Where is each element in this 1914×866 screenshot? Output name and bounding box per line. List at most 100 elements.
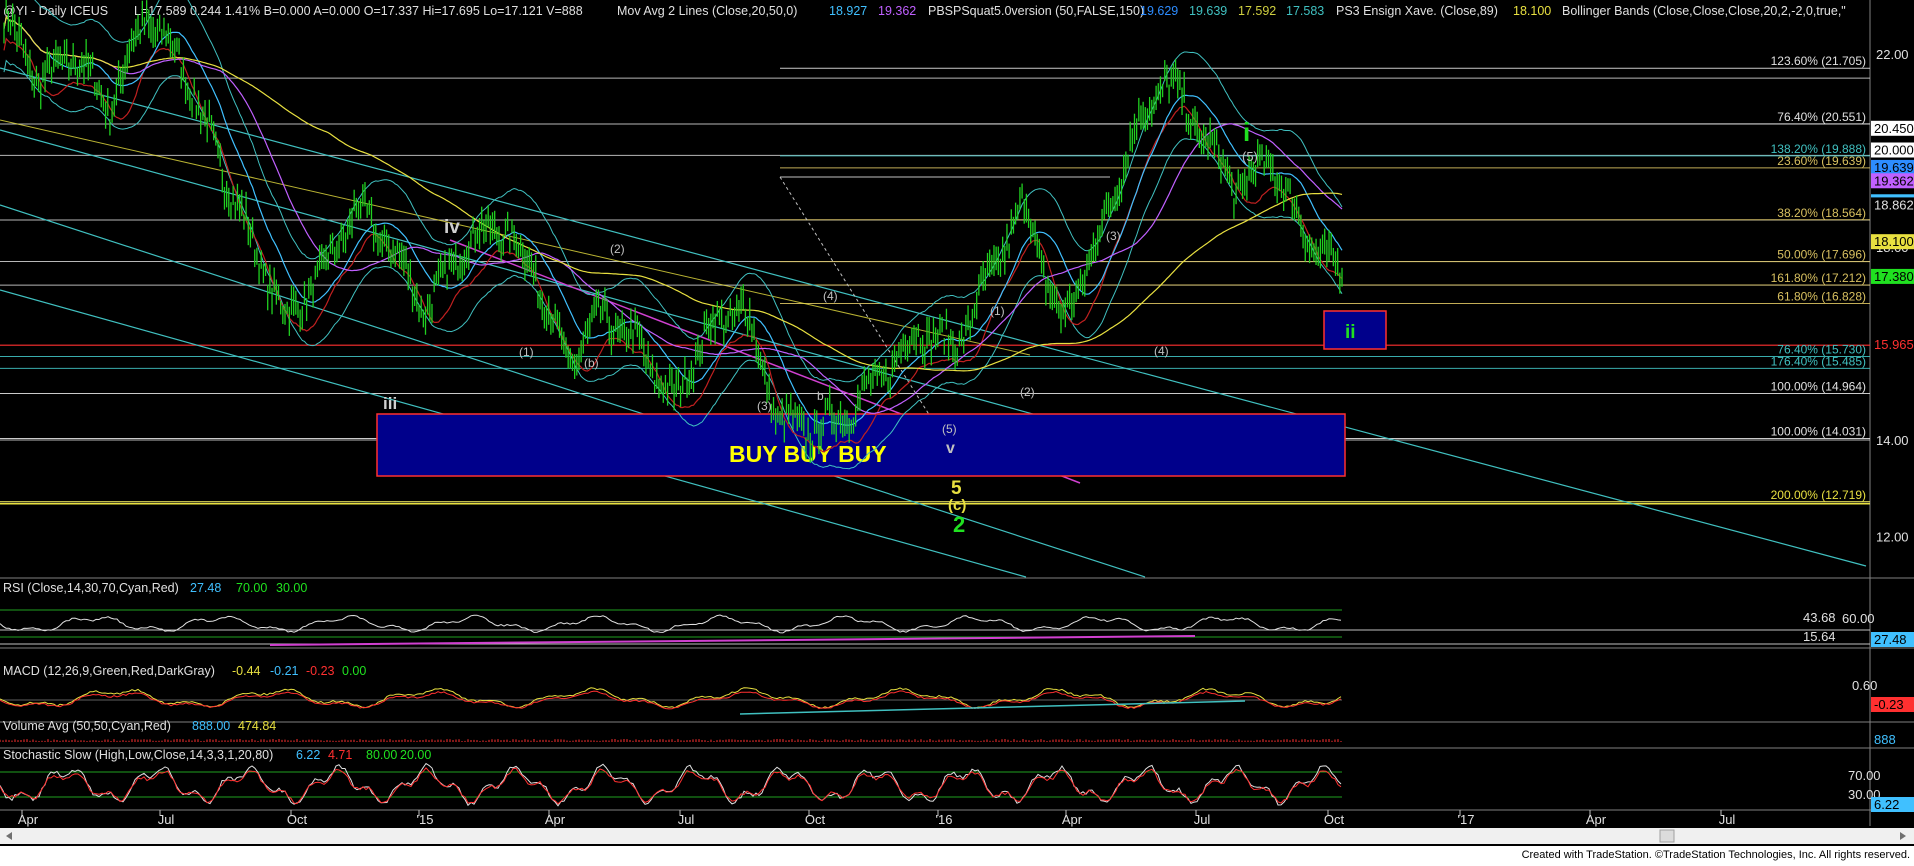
moving-averages (3, 15, 1343, 453)
time-axis-label: Jul (1719, 812, 1736, 827)
rsi-header: RSI (Close,14,30,70,Cyan,Red) 27.48 70.0… (3, 581, 1875, 644)
rsi-label: RSI (Close,14,30,70,Cyan,Red) (3, 581, 179, 595)
rsi-value-2: 70.00 (236, 581, 267, 595)
stoch-d (0, 767, 1342, 805)
volume-label: Volume Avg (50,50,Cyan,Red) (3, 719, 171, 733)
time-axis-label: '15 (417, 812, 434, 827)
price-tag: 17.380 (1874, 269, 1914, 284)
price-tag: 20.000 (1874, 143, 1914, 158)
wave-label-b: b (817, 389, 824, 403)
mavg-value-2: 19.362 (878, 4, 916, 18)
time-axis-label: Jul (1194, 812, 1211, 827)
scrollbar-thumb[interactable] (1659, 829, 1675, 843)
wave-label-5-low: (5) (942, 422, 957, 436)
bollinger-label: Bollinger Bands (Close,Close,Close,20,2,… (1562, 4, 1846, 18)
fib-label: 76.40% (20.551) (1777, 110, 1866, 124)
quote-label: L=17.589 0.244 1.41% B=0.000 A=0.000 O=1… (134, 4, 583, 18)
macd-value-4: 0.00 (342, 664, 366, 678)
rsi-value-3: 30.00 (276, 581, 307, 595)
price-tag: 15.965 (1874, 337, 1914, 352)
ps3-value: 18.100 (1513, 4, 1551, 18)
time-axis-label: '17 (1458, 812, 1475, 827)
stoch-header: Stochastic Slow (High,Low,Close,14,3,3,1… (3, 748, 1881, 802)
time-axis-label: Apr (545, 812, 566, 827)
fib-label: 200.00% (12.719) (1771, 488, 1866, 502)
fib-label: 61.80% (16.828) (1777, 290, 1866, 304)
wave-label-3-left: (3) (757, 399, 772, 413)
price-chart: @YI - Daily ICEUS L=17.589 0.244 1.41% B… (0, 0, 1914, 844)
price-tag: 18.862 (1874, 197, 1914, 212)
time-axis-label: Oct (287, 812, 308, 827)
symbol-label: @YI - Daily ICEUS (3, 4, 108, 18)
time-axis-label: Jul (678, 812, 695, 827)
rsi-value-1: 27.48 (190, 581, 221, 595)
chart-header: @YI - Daily ICEUS L=17.589 0.244 1.41% B… (3, 4, 1846, 18)
pbs-value-4: 17.583 (1286, 4, 1324, 18)
buy-zone-label: BUY BUY BUY (729, 441, 887, 467)
fib-label: 176.40% (15.485) (1771, 354, 1866, 368)
stoch-k (0, 762, 1342, 807)
wave-label-2: 2 (953, 512, 965, 537)
macd-label: MACD (12,26,9,Green,Red,DarkGray) (3, 664, 215, 678)
volume-value-1: 888.00 (192, 719, 230, 733)
mavg-value-1: 18.927 (829, 4, 867, 18)
wave-label-2-left: (2) (610, 242, 625, 256)
macd-header: MACD (12,26,9,Green,Red,DarkGray) -0.44 … (3, 664, 1877, 693)
footer-bar: Created with TradeStation. ©TradeStation… (0, 846, 1914, 866)
wave-label-2-right: (2) (1020, 385, 1035, 399)
indicator-panes (0, 609, 1870, 807)
mavg-label: Mov Avg 2 Lines (Close,20,50,0) (617, 4, 797, 18)
time-axis-label: Oct (805, 812, 826, 827)
price-tags: 20.45020.00019.63919.36218.92718.86218.1… (1871, 120, 1914, 353)
price-tag: 19.362 (1874, 173, 1914, 188)
indicator-tag: 888 (1874, 732, 1896, 747)
buy-zone: BUY BUY BUY (376, 413, 1346, 477)
wave-label-1-left: (1) (519, 345, 534, 359)
price-tag: 20.450 (1874, 121, 1914, 136)
wave-ii-box-label: ii (1345, 322, 1356, 343)
rsi-right-a: 43.68 (1803, 610, 1836, 625)
volume-header: Volume Avg (50,50,Cyan,Red) 888.00 474.8… (3, 719, 276, 733)
mavg-150 (3, 15, 1343, 372)
rsi-axis-label: 60.00 (1842, 611, 1875, 626)
wave-label-i-5: (5) (1242, 149, 1258, 164)
horizontal-scrollbar[interactable] (0, 828, 1914, 844)
wave-label-1-right: (1) (990, 304, 1005, 318)
ps3-label: PS3 Ensign Xave. (Close,89) (1336, 4, 1498, 18)
pbs-label: PBSPSquat5.0version (50,FALSE,150) (928, 4, 1144, 18)
stoch-label: Stochastic Slow (High,Low,Close,14,3,3,1… (3, 748, 273, 762)
rsi-right-b: 15.64 (1803, 629, 1836, 644)
pbs-value-1: 19.629 (1140, 4, 1178, 18)
wave-label-3-right: (3) (1106, 229, 1121, 243)
stoch-value-2: 4.71 (328, 748, 352, 762)
price-axis-label: 14.00 (1876, 433, 1909, 448)
time-axis-label: Apr (1586, 812, 1607, 827)
wave-label-4-left: (4) (823, 289, 838, 303)
fib-label: 50.00% (17.696) (1777, 248, 1866, 262)
fib-label: 161.80% (17.212) (1771, 271, 1866, 285)
wave-label-v: v (946, 440, 955, 457)
wave-label-5: 5 (951, 478, 962, 499)
time-axis-label: Apr (18, 812, 39, 827)
stoch-value-1: 6.22 (296, 748, 320, 762)
scrollbar-track[interactable] (0, 828, 1914, 844)
macd-axis-label: 0.60 (1852, 678, 1877, 693)
fib-level-labels: 76.40% (27.256)100.00% (24.480)61.80% (2… (1771, 54, 1866, 502)
bollinger-bands (3, 0, 1343, 470)
wave-label-iii: iii (383, 394, 397, 413)
wave-label-b-paren: (b) (584, 356, 599, 370)
wave-label-4-right: (4) (1154, 344, 1169, 358)
indicator-tag: -0.23 (1874, 697, 1904, 712)
stoch-value-4: 20.00 (400, 748, 431, 762)
macd-value-2: -0.21 (270, 664, 299, 678)
price-tag: 18.100 (1874, 234, 1914, 249)
pbs-value-2: 19.639 (1189, 4, 1227, 18)
copyright-text: Created with TradeStation. ©TradeStation… (1521, 849, 1910, 861)
chart-window: @YI - Daily ICEUS L=17.589 0.244 1.41% B… (0, 0, 1914, 866)
macd-value-3: -0.23 (306, 664, 335, 678)
fib-label: 38.20% (18.564) (1777, 206, 1866, 220)
volume-value-2: 474.84 (238, 719, 276, 733)
trend-channel-3 (0, 129, 1081, 428)
price-axis-label: 12.00 (1876, 530, 1909, 545)
time-axis: Apr Jul Oct '15 Apr Jul Oct '16 Apr Jul Oct '17 Apr J… (18, 810, 1736, 827)
